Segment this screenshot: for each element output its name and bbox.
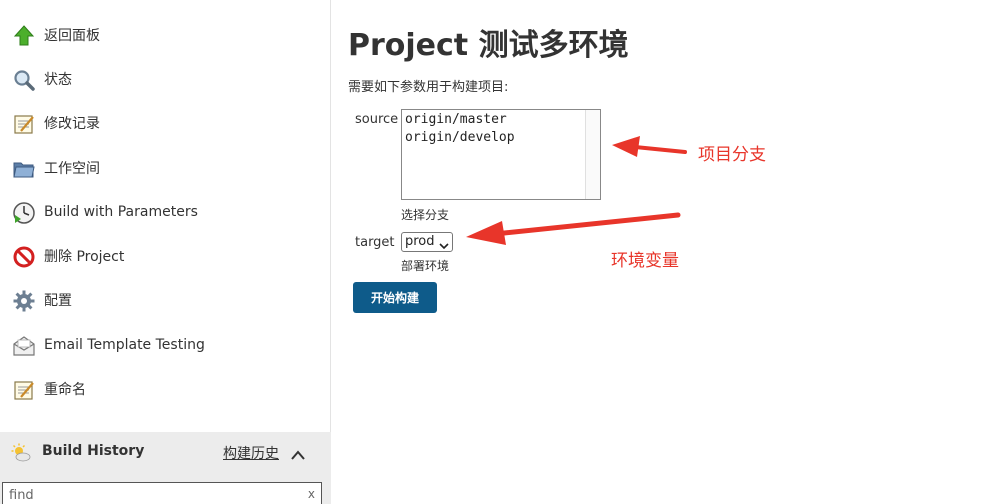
target-selected-value: prod: [405, 234, 435, 249]
sidebar-item-label: 工作空间: [44, 161, 100, 177]
sidebar-item-status[interactable]: 状态: [0, 59, 331, 99]
chevron-down-icon: [439, 238, 449, 250]
build-history-panel: Build History 构建历史 x: [0, 432, 331, 504]
folder-icon: [12, 157, 36, 181]
sidebar-item-label: 状态: [44, 72, 72, 88]
sidebar-item-configure[interactable]: 配置: [0, 280, 331, 320]
build-history-trend-link[interactable]: 构建历史: [223, 443, 279, 463]
no-entry-icon: [12, 245, 36, 269]
source-option[interactable]: origin/develop: [405, 130, 515, 145]
sidebar-item-label: 返回面板: [44, 28, 100, 44]
magnifier-icon: [12, 68, 36, 92]
build-history-title: Build History: [42, 443, 145, 459]
target-label: target: [355, 235, 395, 250]
sidebar-item-label: 删除 Project: [44, 249, 125, 265]
arrow-branch: [612, 136, 687, 157]
sidebar-item-email-template-testing[interactable]: Email Template Testing: [0, 325, 331, 365]
target-hint: 部署环境: [401, 259, 450, 273]
arrow-env: [466, 212, 681, 245]
sidebar-item-changes[interactable]: 修改记录: [0, 103, 331, 143]
sidebar-item-label: Build with Parameters: [44, 204, 198, 220]
source-scrollbar[interactable]: [585, 110, 600, 199]
page-title: Project 测试多环境: [348, 28, 629, 63]
target-select[interactable]: prod: [401, 232, 453, 252]
clear-search-button[interactable]: x: [308, 487, 315, 501]
sidebar-item-delete-project[interactable]: 删除 Project: [0, 236, 331, 276]
up-arrow-icon: [12, 24, 36, 48]
sidebar-item-label: 配置: [44, 293, 72, 309]
source-label: source: [355, 112, 399, 127]
build-history-header: Build History 构建历史: [0, 432, 331, 472]
build-history-search: x: [2, 482, 322, 504]
notepad-icon: [12, 112, 36, 136]
envelope-icon: [12, 334, 36, 358]
start-build-button[interactable]: 开始构建: [353, 282, 437, 313]
sun-icon: [11, 443, 31, 463]
chevron-up-icon[interactable]: [290, 446, 306, 460]
gear-icon: [12, 289, 36, 313]
parameters-description: 需要如下参数用于构建项目:: [348, 80, 509, 95]
notepad-icon: [12, 378, 36, 402]
sidebar-item-back-to-dashboard[interactable]: 返回面板: [0, 15, 331, 55]
sidebar-item-label: 重命名: [44, 382, 86, 398]
sidebar-item-workspace[interactable]: 工作空间: [0, 148, 331, 188]
sidebar: 返回面板 状态 修改记录 工作空间 Build with Parameters …: [0, 0, 331, 504]
sidebar-item-label: 修改记录: [44, 116, 100, 132]
sidebar-item-rename[interactable]: 重命名: [0, 369, 331, 409]
sidebar-item-build-with-parameters[interactable]: Build with Parameters: [0, 192, 331, 232]
annotation-branch-label: 项目分支: [698, 145, 766, 165]
annotation-env-label: 环境变量: [611, 251, 679, 271]
source-option[interactable]: origin/master: [405, 112, 507, 127]
source-select-list[interactable]: origin/master origin/develop: [401, 109, 601, 200]
build-history-search-input[interactable]: [3, 483, 303, 504]
clock-play-icon: [12, 201, 36, 225]
sidebar-item-label: Email Template Testing: [44, 337, 205, 353]
source-hint: 选择分支: [401, 208, 450, 222]
